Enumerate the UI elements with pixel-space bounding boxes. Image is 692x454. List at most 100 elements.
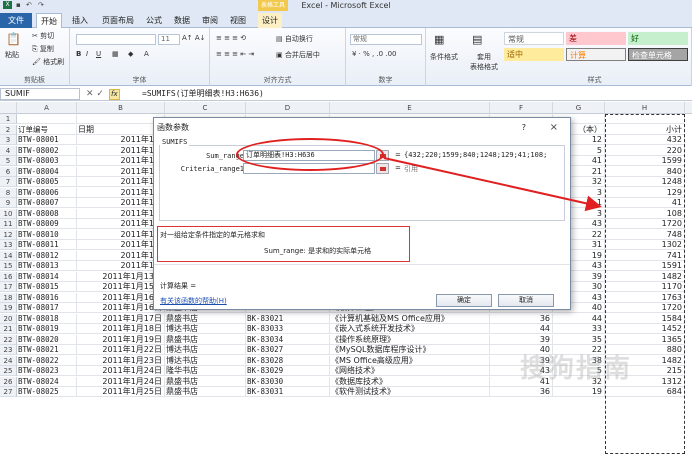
cell-d[interactable]: BK-83027	[246, 345, 330, 355]
cell-h[interactable]: 1720	[605, 303, 685, 313]
tab-data[interactable]: 数据	[170, 13, 194, 28]
cut-button[interactable]: ✂ 剪切	[32, 31, 54, 41]
column-header-c[interactable]: C	[165, 102, 246, 114]
cell-b[interactable]: 2011年1月	[77, 187, 165, 198]
row-header[interactable]: 25	[0, 366, 17, 376]
cell-h[interactable]: 840	[605, 166, 685, 177]
cell-a[interactable]: BTW-08002	[17, 145, 77, 156]
cell-b[interactable]: 2011年1月	[77, 219, 165, 229]
grow-font-icon[interactable]: A↑ A↓	[182, 34, 206, 42]
cell-d[interactable]: BK-83021	[246, 313, 330, 324]
column-header-h[interactable]: H	[605, 102, 685, 114]
cell-d[interactable]: BK-83029	[246, 366, 330, 376]
row-header[interactable]: 5	[0, 156, 17, 166]
cell-h[interactable]: 741	[605, 250, 685, 261]
cell-a[interactable]: BTW-08008	[17, 208, 77, 219]
style-check-cell[interactable]: 检查单元格	[628, 48, 688, 61]
cell-d[interactable]: BK-83030	[246, 376, 330, 387]
cell-h[interactable]: 1720	[605, 219, 685, 229]
row-header[interactable]: 24	[0, 355, 17, 366]
cell-h[interactable]: 129	[605, 187, 685, 198]
font-color-icon[interactable]: A	[144, 50, 149, 58]
ok-button[interactable]: 确定	[436, 294, 492, 307]
select-all-corner[interactable]	[0, 102, 17, 114]
row-header[interactable]: 27	[0, 387, 17, 397]
cancel-button[interactable]: 取消	[498, 294, 554, 307]
tab-design[interactable]: 设计	[258, 13, 282, 28]
cell-a[interactable]: BTW-08012	[17, 250, 77, 261]
paste-icon[interactable]: 📋	[6, 32, 21, 46]
cell-b[interactable]: 2011年1月	[77, 145, 165, 156]
cell-h[interactable]: 684	[605, 387, 685, 397]
cell-a[interactable]: BTW-08018	[17, 313, 77, 324]
cell-b[interactable]: 2011年1月16日	[77, 303, 165, 313]
tab-home[interactable]: 开始	[36, 13, 62, 28]
row-header[interactable]: 20	[0, 313, 17, 324]
tab-formulas[interactable]: 公式	[142, 13, 166, 28]
row-header[interactable]: 10	[0, 208, 17, 219]
bold-button[interactable]: B	[76, 50, 81, 58]
row-header[interactable]: 1	[0, 114, 17, 124]
cell-a[interactable]: BTW-08013	[17, 261, 77, 271]
align-left-icon[interactable]: ≡ ≡ ≡ ⇤ ⇥	[216, 50, 254, 58]
cell-a[interactable]: BTW-08001	[17, 135, 77, 145]
cell-h[interactable]: 432	[605, 135, 685, 145]
cell-a[interactable]: BTW-08022	[17, 355, 77, 366]
cell-d[interactable]: BK-83031	[246, 387, 330, 397]
cell-g[interactable]: 35	[553, 334, 605, 345]
font-family-select[interactable]	[76, 34, 156, 45]
cell-b[interactable]: 2011年1月	[77, 135, 165, 145]
cell-a[interactable]: BTW-08025	[17, 387, 77, 397]
cell-d[interactable]: BK-83034	[246, 334, 330, 345]
cell-a[interactable]: BTW-08007	[17, 198, 77, 208]
tab-view[interactable]: 视图	[226, 13, 250, 28]
cell-b[interactable]: 2011年1月16日	[77, 292, 165, 303]
cell-b[interactable]: 2011年1月	[77, 261, 165, 271]
cell-b[interactable]: 2011年1月	[77, 166, 165, 177]
cell-a[interactable]	[17, 114, 77, 124]
align-top-icon[interactable]: ≡ ≡ ≡ ⟲	[216, 34, 246, 42]
row-header[interactable]: 19	[0, 303, 17, 313]
cell-b[interactable]	[77, 114, 165, 124]
style-normal[interactable]: 常规	[504, 32, 564, 45]
cell-a[interactable]: BTW-08024	[17, 376, 77, 387]
cell-h[interactable]: 1170	[605, 282, 685, 292]
cell-b[interactable]: 日期	[77, 124, 165, 135]
row-header[interactable]: 18	[0, 292, 17, 303]
row-header[interactable]: 15	[0, 261, 17, 271]
style-neutral[interactable]: 适中	[504, 48, 564, 61]
format-painter-button[interactable]: 🖌 格式刷	[32, 57, 64, 67]
row-header[interactable]: 14	[0, 250, 17, 261]
cell-a[interactable]: BTW-08010	[17, 229, 77, 240]
row-header[interactable]: 11	[0, 219, 17, 229]
function-help-link[interactable]: 有关该函数的帮助(H)	[160, 296, 227, 306]
tab-review[interactable]: 审阅	[198, 13, 222, 28]
cell-h[interactable]: 1591	[605, 261, 685, 271]
cell-h[interactable]: 1599	[605, 156, 685, 166]
copy-button[interactable]: ⎘ 复制	[32, 44, 54, 54]
cell-e[interactable]: 《嵌入式系统开发技术》	[330, 324, 490, 334]
row-header[interactable]: 9	[0, 198, 17, 208]
cell-b[interactable]: 2011年1月	[77, 208, 165, 219]
cell-b[interactable]: 2011年1月	[77, 250, 165, 261]
cell-c[interactable]: 博达书店	[165, 324, 246, 334]
currency-icon[interactable]: ¥ · % , .0 .00	[352, 50, 397, 58]
cell-e[interactable]: 《数据库技术》	[330, 376, 490, 387]
cell-c[interactable]: 鼎盛书店	[165, 313, 246, 324]
cell-g[interactable]: 19	[553, 387, 605, 397]
cell-c[interactable]: 鼎盛书店	[165, 334, 246, 345]
cell-b[interactable]: 2011年1月	[77, 240, 165, 250]
cell-b[interactable]: 2011年1月15日	[77, 282, 165, 292]
wrap-text-button[interactable]: ▤ 自动换行	[276, 34, 313, 44]
cell-b[interactable]: 2011年1月	[77, 156, 165, 166]
tab-page-layout[interactable]: 页面布局	[98, 13, 138, 28]
tab-insert[interactable]: 插入	[68, 13, 92, 28]
row-header[interactable]: 22	[0, 334, 17, 345]
italic-button[interactable]: I	[86, 50, 88, 58]
cell-f[interactable]: 44	[490, 324, 553, 334]
paste-button[interactable]: 粘贴	[5, 50, 19, 60]
style-calculation[interactable]: 计算	[566, 48, 626, 61]
cell-c[interactable]: 博达书店	[165, 355, 246, 366]
conditional-format-button[interactable]: 条件格式	[430, 52, 458, 62]
cell-h[interactable]: 1584	[605, 313, 685, 324]
